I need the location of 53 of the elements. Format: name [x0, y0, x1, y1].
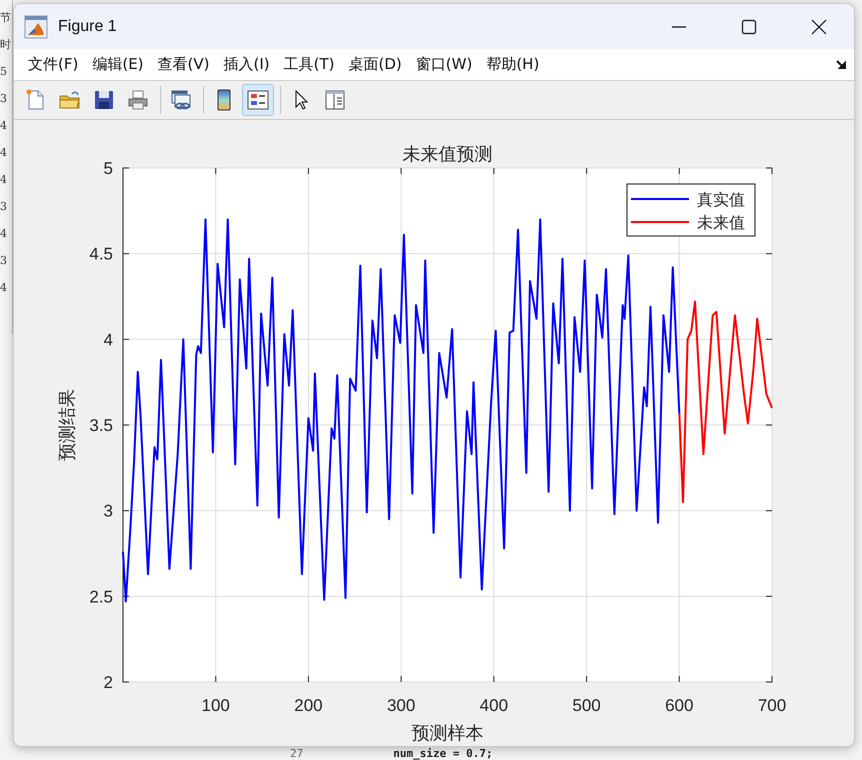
window-title: Figure 1	[58, 18, 118, 36]
legend-label: 真实值	[697, 190, 745, 209]
background-text: 3	[0, 253, 8, 269]
background-text: 4	[0, 172, 8, 188]
menu-item[interactable]: 窗口(W)	[410, 55, 478, 74]
dock-arrow-icon[interactable]	[836, 58, 848, 70]
background-text: 4	[0, 226, 8, 242]
tick-label: 2.5	[89, 587, 113, 606]
tick-label: 600	[665, 696, 694, 715]
chart-title: 未来值预测	[402, 144, 492, 165]
menu-item[interactable]: 插入(I)	[218, 55, 276, 74]
menu-item[interactable]: 工具(T)	[278, 55, 341, 74]
background-text: 4	[0, 145, 8, 161]
menu-item[interactable]: 编辑(E)	[86, 55, 150, 74]
tick-label: 5	[104, 159, 113, 178]
background-text: 4	[0, 118, 8, 134]
legend-icon	[246, 88, 270, 112]
background-text: 节	[0, 10, 12, 26]
minimize-icon	[672, 26, 686, 28]
linked-windows-icon	[169, 88, 193, 112]
legend-line	[631, 198, 689, 200]
tick-label: 4	[104, 330, 113, 350]
tick-label: 300	[386, 696, 416, 715]
tick-label: 3.5	[89, 416, 113, 435]
line-number: 27	[290, 748, 304, 760]
menu-item[interactable]: 文件(F)	[22, 55, 84, 74]
maximize-icon	[741, 18, 757, 34]
background-text: 4	[0, 280, 8, 296]
tick-label: 200	[294, 696, 323, 715]
legend-label: 未来值	[697, 213, 745, 232]
tick-label: 400	[480, 696, 508, 715]
background-text: 时	[0, 37, 12, 53]
axis-label: 预测结果	[57, 389, 78, 461]
tick-label: 700	[758, 696, 786, 715]
property-panel-icon	[323, 88, 347, 112]
code-line: num_size = 0.7;	[393, 748, 493, 760]
tick-label: 4.5	[89, 244, 113, 264]
background-text: 3	[0, 199, 8, 215]
tick-label: 500	[572, 696, 601, 715]
menu-item[interactable]: 桌面(D)	[342, 55, 408, 74]
tick-label: 100	[202, 696, 230, 715]
legend-line	[631, 221, 689, 223]
app-icon[interactable]	[24, 14, 48, 38]
tick-label: 2	[104, 673, 113, 692]
background-text: 5	[0, 64, 8, 80]
menu-item[interactable]: 帮助(H)	[480, 55, 546, 74]
axis-label: 预测样本	[412, 723, 484, 744]
close-icon	[811, 18, 827, 34]
background-text: 3	[0, 91, 8, 107]
tick-label: 3	[104, 502, 113, 521]
legend-button[interactable]	[242, 84, 274, 116]
printer-icon	[126, 88, 150, 112]
menu-item[interactable]: 查看(V)	[152, 55, 216, 74]
